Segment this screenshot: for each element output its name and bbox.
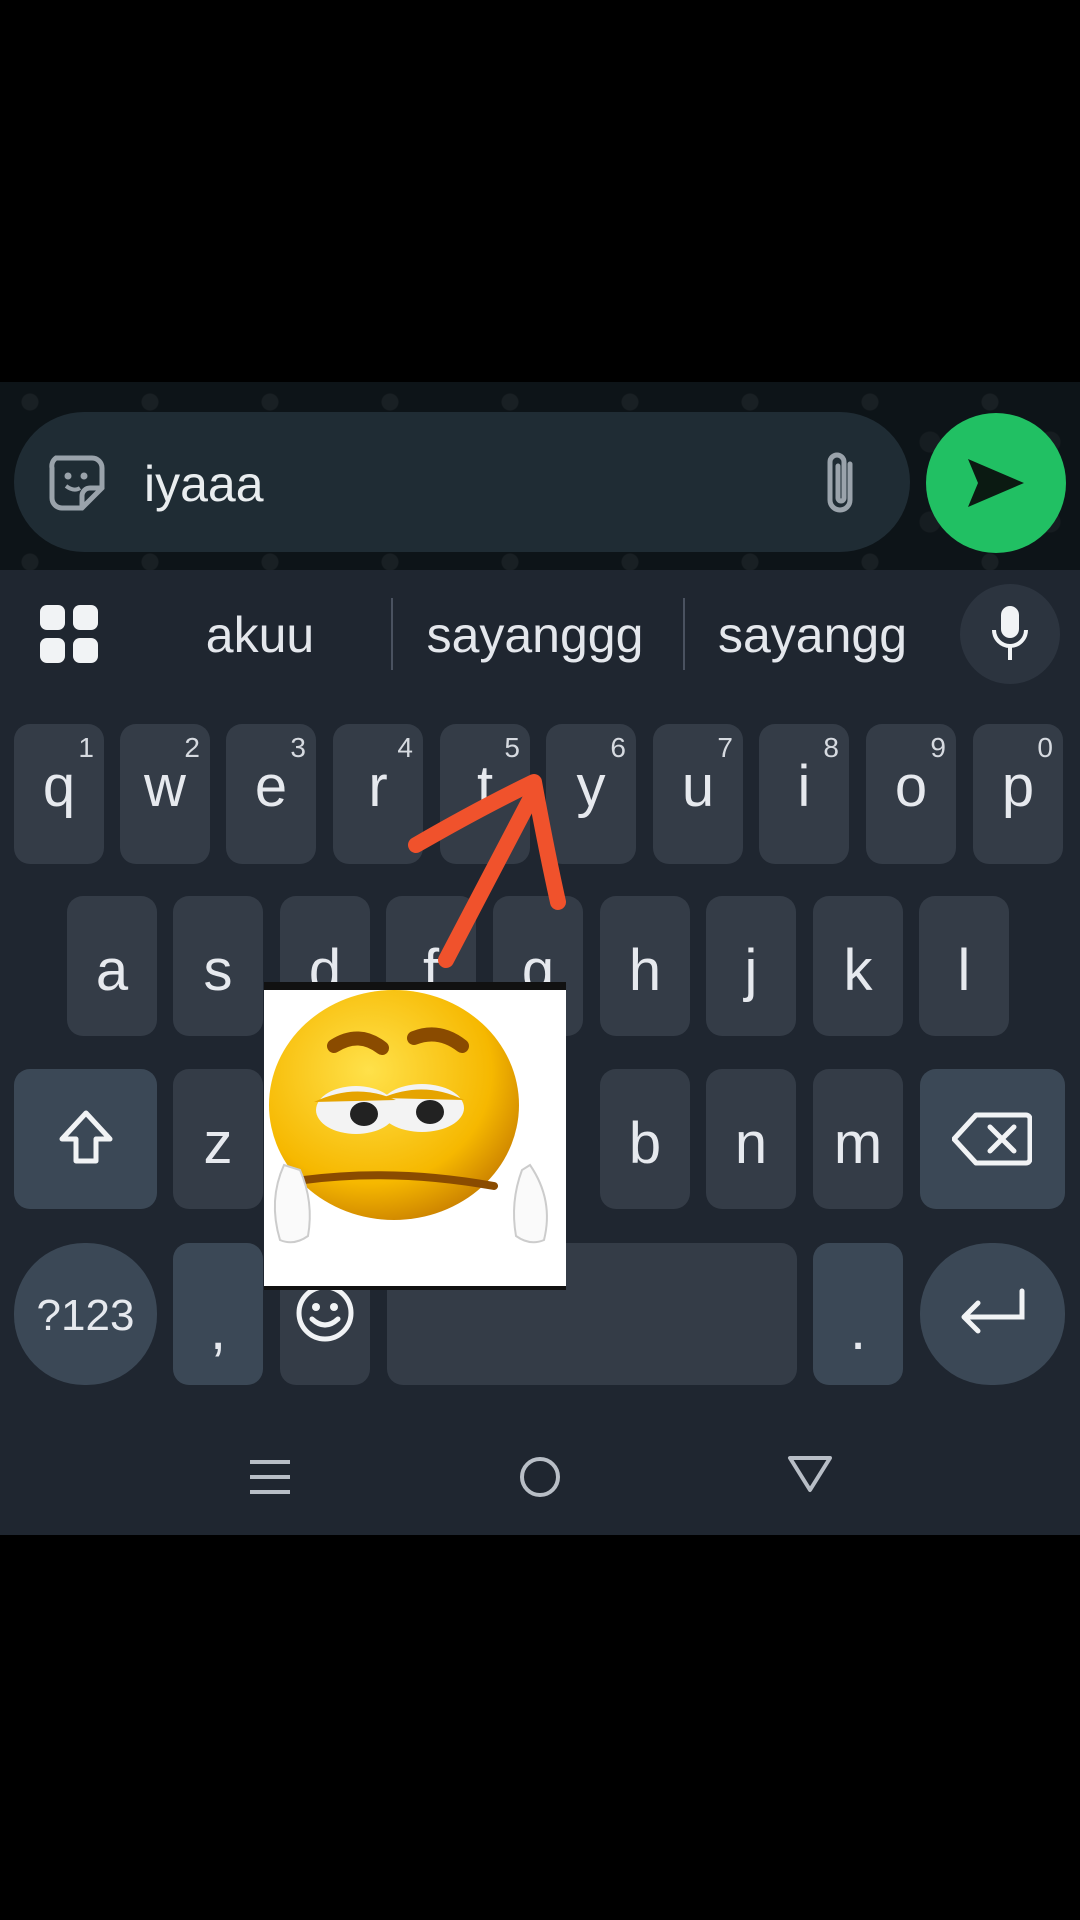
home-icon[interactable] bbox=[518, 1455, 562, 1499]
recents-icon[interactable] bbox=[248, 1456, 292, 1498]
red-arrow-annotation bbox=[408, 774, 566, 968]
back-icon[interactable] bbox=[786, 1454, 834, 1494]
